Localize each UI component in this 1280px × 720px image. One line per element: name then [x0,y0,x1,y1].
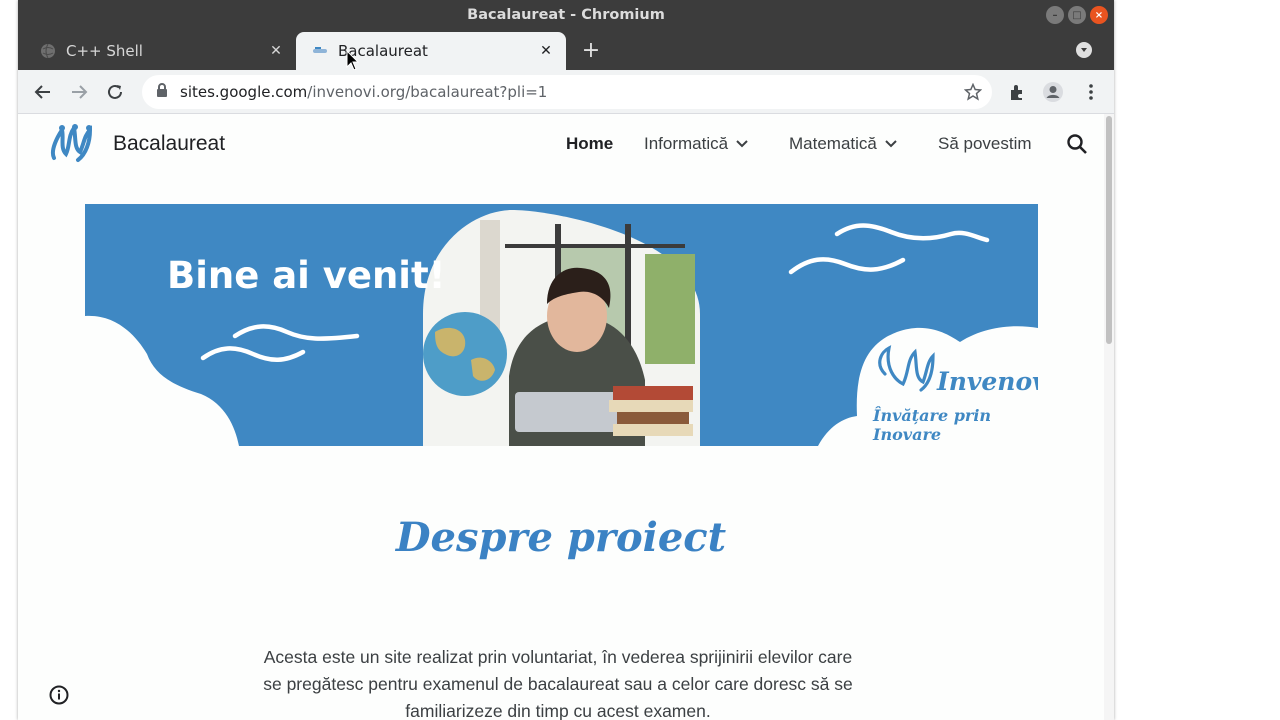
tab-search-icon[interactable] [1076,42,1092,58]
maximize-icon[interactable]: □ [1068,6,1086,24]
url-path: /invenovi.org/bacalaureat?pli=1 [307,83,548,101]
search-icon[interactable] [1066,133,1088,159]
chevron-down-icon [885,140,897,148]
about-line: Acesta este un site realizat prin volunt… [263,647,853,667]
web-page: Bacalaureat Home Informatică Matematică … [18,114,1114,720]
close-window-icon[interactable]: × [1090,6,1108,24]
about-line: familiarizeze din timp cu acest examen. [405,701,711,720]
mouse-cursor-icon [346,50,360,71]
page-scrollbar[interactable] [1104,114,1114,720]
banner-logo-tagline: Învățare prin Inovare [873,406,992,444]
nav-item-label: Matematică [789,134,877,153]
nav-item-sa-povestim[interactable]: Să povestim [938,134,1032,154]
nav-item-informatica[interactable]: Informatică [644,134,752,154]
tab-cpp-shell[interactable]: C++ Shell ✕ [24,32,296,70]
new-tab-button[interactable]: + [578,38,604,63]
window-controls: – □ × [1046,6,1108,24]
nav-item-matematica[interactable]: Matematică [789,134,901,154]
nav-item-label: Să povestim [938,134,1032,153]
browser-menu-icon[interactable] [1078,79,1104,105]
site-header: Bacalaureat Home Informatică Matematică … [18,114,1104,176]
nav-item-label: Informatică [644,134,729,153]
reload-icon[interactable] [102,79,128,105]
window-titlebar: Bacalaureat - Chromium – □ × [18,0,1114,30]
close-tab-icon[interactable]: ✕ [538,43,554,59]
globe-icon [40,43,56,59]
browser-window: Bacalaureat - Chromium – □ × C++ Shell ✕… [18,0,1114,720]
about-paragraph: Acesta este un site realizat prin volunt… [248,644,868,720]
tab-label: Bacalaureat [338,42,428,60]
banner-heading: Bine ai venit! [167,254,446,297]
scrollbar-thumb[interactable] [1106,116,1112,344]
forward-icon[interactable] [66,79,92,105]
site-logo[interactable] [48,123,94,168]
about-line: se pregătesc pentru examenul de bacalaur… [263,674,853,694]
address-bar[interactable]: sites.google.com/invenovi.org/bacalaurea… [142,75,992,109]
chevron-down-icon [736,140,748,148]
tab-bacalaureat[interactable]: Bacalaureat ✕ [296,32,566,71]
browser-toolbar: sites.google.com/invenovi.org/bacalaurea… [18,70,1114,114]
info-icon[interactable] [48,684,70,710]
url-host: sites.google.com [180,83,308,101]
window-title: Bacalaureat - Chromium [467,7,665,23]
section-title: Despre proiect [395,514,727,561]
nav-item-home[interactable]: Home [566,134,613,154]
tab-label: C++ Shell [66,42,143,60]
minimize-icon[interactable]: – [1046,6,1064,24]
nav-item-label: Home [566,134,614,153]
tab-strip: C++ Shell ✕ Bacalaureat ✕ + [18,30,1114,71]
profile-icon[interactable] [1040,79,1066,105]
lock-icon[interactable] [156,83,168,101]
extensions-icon[interactable] [1004,79,1030,105]
bookmark-star-icon[interactable] [963,82,983,105]
site-favicon-icon [312,43,328,59]
close-tab-icon[interactable]: ✕ [268,43,284,59]
banner-logo-name: Invenovi [937,367,1038,396]
site-title[interactable]: Bacalaureat [113,132,225,156]
back-icon[interactable] [30,79,56,105]
hero-banner: Bine ai venit! Invenovi Învățare prin In… [85,204,1038,446]
